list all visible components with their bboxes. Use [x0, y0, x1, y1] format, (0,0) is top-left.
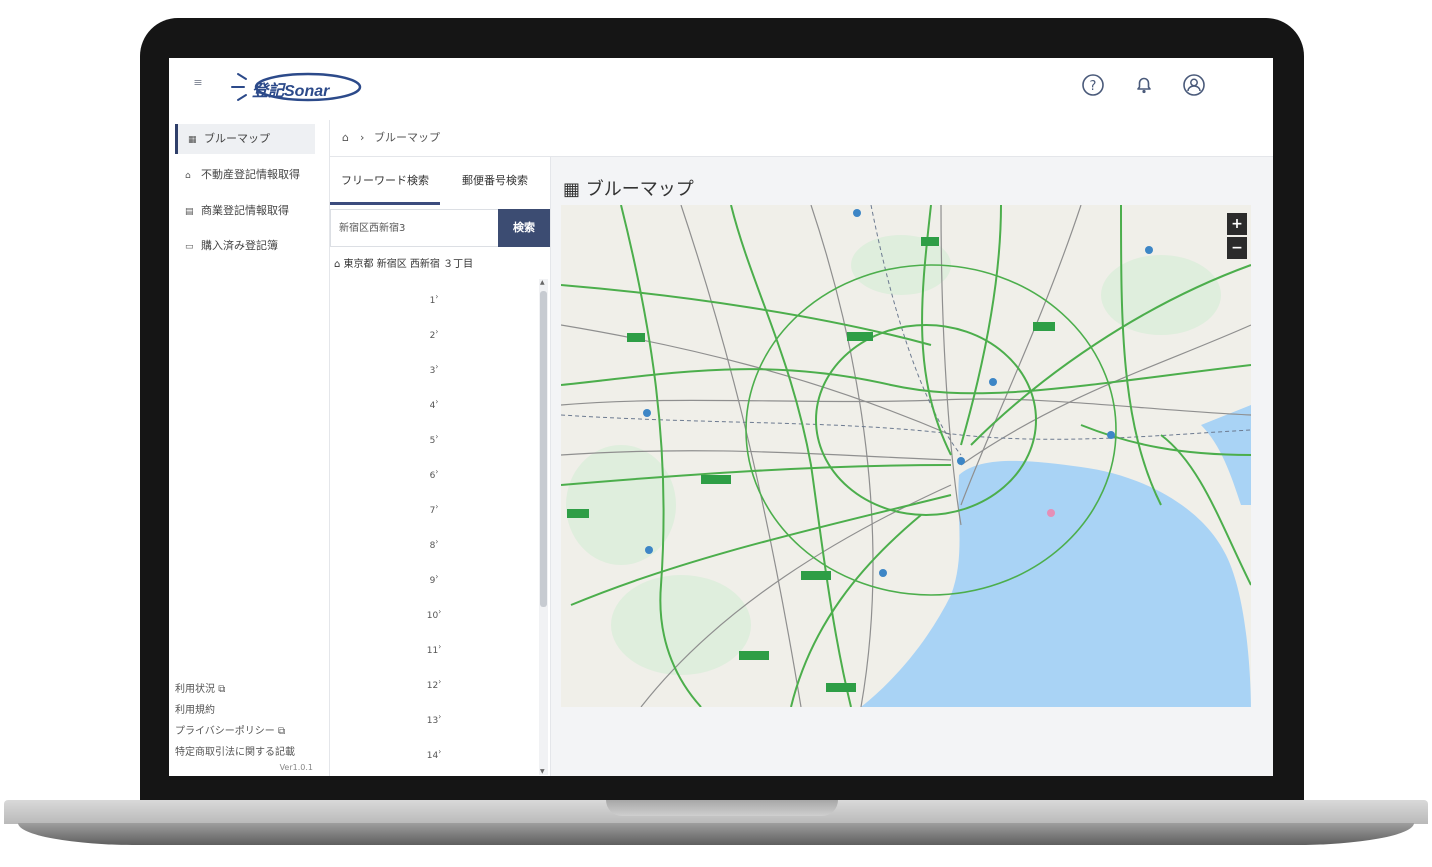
list-item[interactable]: 12›: [330, 675, 538, 691]
breadcrumb-current: ブルーマップ: [374, 131, 440, 144]
search-button[interactable]: 検索: [498, 209, 550, 247]
list-scrollbar[interactable]: ▲ ▼: [539, 279, 548, 775]
list-item[interactable]: 4›: [330, 395, 538, 411]
terms-label: 利用規約: [175, 705, 215, 716]
chevron-right-icon: ›: [435, 432, 439, 441]
lot-number: 13: [426, 716, 439, 726]
usage-status-label: 利用状況: [175, 684, 215, 695]
scroll-up-icon[interactable]: ▲: [540, 279, 545, 286]
list-item[interactable]: 7›: [330, 500, 538, 516]
search-panel: フリーワード検索 郵便番号検索 新宿区西新宿3 検索 ⌂ 東京都 新宿区 西新宿…: [330, 157, 551, 776]
chevron-right-icon: ›: [360, 131, 365, 144]
search-input[interactable]: 新宿区西新宿3: [330, 209, 498, 247]
commercial-transactions-link[interactable]: 特定商取引法に関する記載: [175, 743, 295, 758]
external-link-icon: ⧉: [278, 726, 286, 737]
sidebar-item-label: 購入済み登記簿: [201, 239, 278, 252]
app-logo[interactable]: 登記Sonar: [224, 64, 364, 108]
chevron-right-icon: ›: [435, 362, 439, 371]
help-icon[interactable]: ?: [1080, 72, 1106, 98]
result-address-text: 東京都 新宿区 西新宿 ３丁目: [343, 259, 474, 270]
list-item[interactable]: 11›: [330, 640, 538, 656]
app-logo-text: 登記Sonar: [252, 83, 330, 100]
app-screen: ≡ 登記Sonar ? ▦ ブルーマップ ⌂ 不動産登記情報取得 ▤ 商業登記情…: [169, 58, 1273, 776]
sidebar-item-commercial-registry[interactable]: ▤ 商業登記情報取得: [175, 196, 315, 226]
list-item[interactable]: 8›: [330, 535, 538, 551]
sidebar-item-label: ブルーマップ: [204, 132, 270, 145]
chevron-right-icon: ›: [438, 677, 442, 686]
list-item[interactable]: 14›: [330, 745, 538, 761]
list-item[interactable]: 3›: [330, 360, 538, 376]
top-bar: ≡ 登記Sonar ?: [169, 58, 1273, 121]
lot-number: 11: [426, 646, 439, 656]
commercial-transactions-label: 特定商取引法に関する記載: [175, 747, 295, 758]
result-address: ⌂ 東京都 新宿区 西新宿 ３丁目: [334, 255, 473, 270]
map-title: ▦ ブルーマップ: [563, 175, 694, 201]
building-icon: ▤: [185, 207, 194, 217]
privacy-policy-link[interactable]: プライバシーポリシー ⧉: [175, 722, 285, 737]
laptop-notch: [606, 800, 838, 816]
zoom-in-button[interactable]: +: [1227, 213, 1247, 235]
sidebar-item-label: 商業登記情報取得: [201, 204, 289, 217]
usage-status-link[interactable]: 利用状況 ⧉: [175, 680, 225, 695]
map-icon: ▦: [188, 135, 197, 145]
user-avatar-icon[interactable]: [1181, 72, 1207, 98]
list-item[interactable]: 1›: [330, 290, 538, 306]
chevron-right-icon: ›: [435, 502, 439, 511]
breadcrumb: ⌂ › ブルーマップ: [330, 120, 1273, 157]
home-icon: ⌂: [334, 259, 341, 270]
chevron-right-icon: ›: [435, 327, 439, 336]
document-icon: ▭: [185, 242, 194, 252]
external-link-icon: ⧉: [218, 684, 226, 695]
chevron-right-icon: ›: [438, 607, 442, 616]
chevron-right-icon: ›: [435, 397, 439, 406]
home-icon[interactable]: ⌂: [342, 120, 349, 156]
map-graphic: [561, 205, 1251, 707]
svg-text:?: ?: [1090, 79, 1097, 94]
scrollbar-thumb[interactable]: [540, 291, 547, 607]
sidebar: ▦ ブルーマップ ⌂ 不動産登記情報取得 ▤ 商業登記情報取得 ▭ 購入済み登記簿 利用…: [169, 120, 330, 776]
list-item[interactable]: 9›: [330, 570, 538, 586]
list-item[interactable]: 10›: [330, 605, 538, 621]
privacy-policy-label: プライバシーポリシー: [175, 726, 275, 737]
lot-number: 14: [426, 751, 439, 761]
map-canvas[interactable]: + −: [561, 205, 1251, 707]
chevron-right-icon: ›: [435, 292, 439, 301]
zoom-out-button[interactable]: −: [1227, 237, 1247, 259]
sidebar-item-label: 不動産登記情報取得: [201, 168, 300, 181]
terms-link[interactable]: 利用規約: [175, 701, 215, 716]
list-item[interactable]: 6›: [330, 465, 538, 481]
sidebar-item-purchased-records[interactable]: ▭ 購入済み登記簿: [175, 231, 315, 261]
tab-postal-code-search[interactable]: 郵便番号検索: [440, 157, 550, 205]
chevron-right-icon: ›: [435, 572, 439, 581]
map-icon: ▦: [563, 179, 581, 200]
chevron-right-icon: ›: [438, 642, 442, 651]
home-icon: ⌂: [185, 171, 191, 181]
list-item[interactable]: 13›: [330, 710, 538, 726]
list-item[interactable]: 5›: [330, 430, 538, 446]
chevron-right-icon: ›: [438, 747, 442, 756]
lot-number: 12: [426, 681, 439, 691]
scroll-down-icon[interactable]: ▼: [540, 768, 545, 775]
chevron-right-icon: ›: [435, 537, 439, 546]
tab-free-word-search[interactable]: フリーワード検索: [330, 157, 440, 205]
laptop-base-bottom: [18, 823, 1414, 845]
map-area: ▦ ブルーマップ + −: [551, 157, 1273, 776]
list-item[interactable]: 2›: [330, 325, 538, 341]
sidebar-item-bluemap[interactable]: ▦ ブルーマップ: [175, 124, 315, 154]
map-title-text: ブルーマップ: [585, 179, 694, 200]
chevron-right-icon: ›: [438, 712, 442, 721]
version-text: Ver1.0.1: [279, 763, 313, 772]
lot-number: 10: [426, 611, 439, 621]
menu-toggle-icon[interactable]: ≡: [191, 76, 205, 90]
chevron-right-icon: ›: [435, 467, 439, 476]
sidebar-item-real-estate-registry[interactable]: ⌂ 不動産登記情報取得: [175, 160, 315, 190]
bell-icon[interactable]: [1131, 72, 1157, 98]
